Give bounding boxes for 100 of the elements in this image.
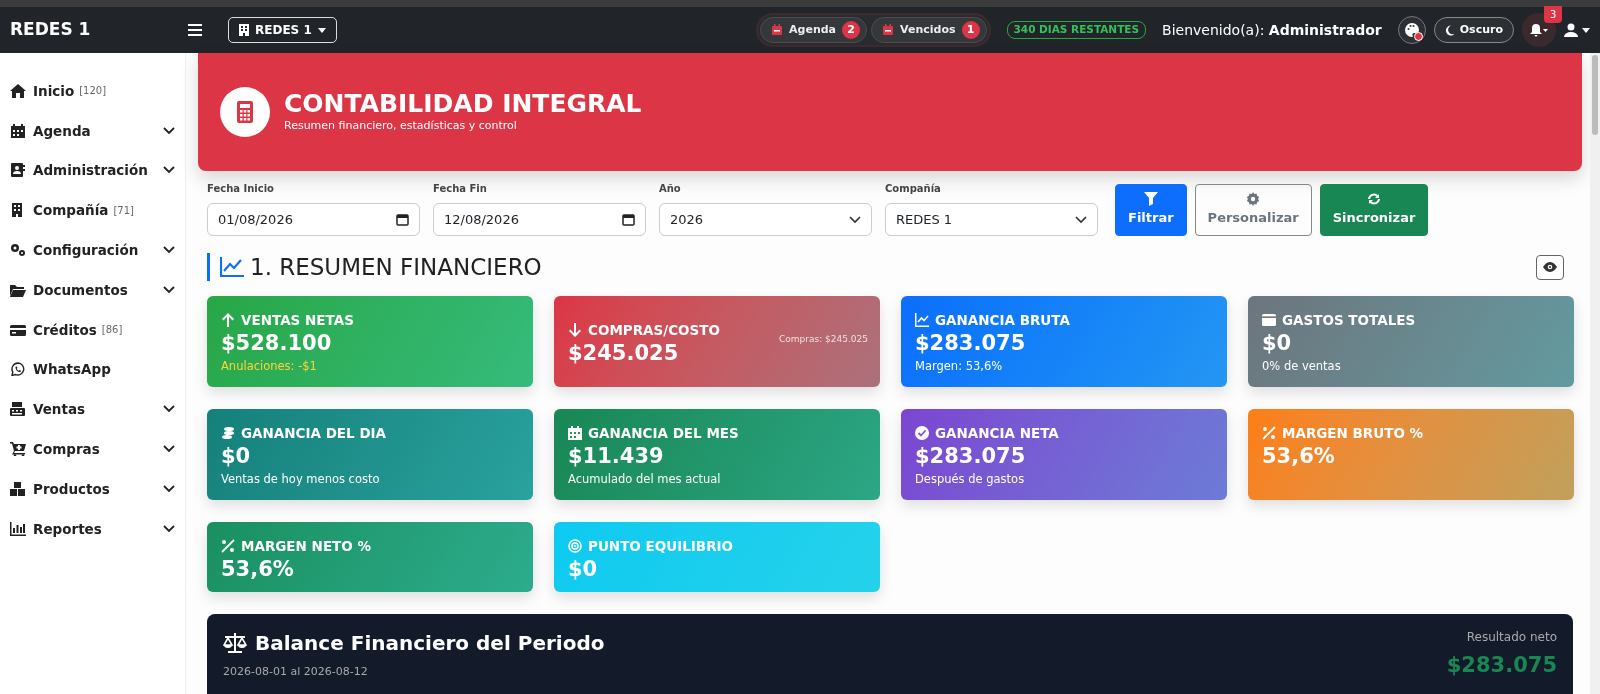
arrow-up-icon bbox=[221, 313, 235, 328]
scrollbar[interactable] bbox=[1590, 53, 1600, 694]
menu-item-icon bbox=[10, 123, 26, 138]
action-button[interactable]: Sincronizar bbox=[1319, 184, 1429, 236]
menu-item-icon bbox=[10, 402, 26, 417]
card-title: VENTAS NETAS bbox=[241, 311, 354, 330]
field-label: Fecha Fin bbox=[433, 182, 488, 196]
caret-icon bbox=[317, 27, 326, 33]
sidebar-item[interactable]: Ventas bbox=[0, 389, 185, 430]
moon-icon bbox=[1444, 24, 1455, 36]
card-note: Margen: 53,6% bbox=[915, 357, 1004, 375]
shortcut-pill[interactable]: Agenda 2 bbox=[760, 17, 868, 43]
card-title: PUNTO EQUILIBRIO bbox=[588, 537, 734, 556]
visibility-toggle[interactable] bbox=[1536, 254, 1564, 280]
item-label: Reportes bbox=[33, 519, 102, 539]
sidebar-item[interactable]: Productos bbox=[0, 468, 185, 509]
line-chart-icon bbox=[220, 257, 244, 277]
shortcut-pill[interactable]: Vencidos 1 bbox=[871, 17, 987, 43]
user-menu[interactable] bbox=[1564, 23, 1590, 37]
panel-title: Balance Financiero del Periodo bbox=[255, 630, 605, 657]
palette-button[interactable] bbox=[1397, 16, 1426, 44]
card-note: Anulaciones: -$1 bbox=[221, 357, 318, 375]
sidebar-item[interactable]: Compras bbox=[0, 429, 185, 469]
item-label: Productos bbox=[33, 479, 110, 499]
date-field[interactable]: 12/08/2026 bbox=[433, 203, 646, 236]
sidebar-item[interactable]: Administración bbox=[0, 150, 185, 191]
card-note: Después de gastos bbox=[915, 470, 1026, 488]
theme-toggle-button[interactable]: Oscuro bbox=[1433, 16, 1514, 44]
menu-item-icon bbox=[10, 362, 26, 377]
select-field[interactable]: REDES 1 bbox=[885, 203, 1098, 236]
sidebar-item[interactable]: Documentos bbox=[0, 270, 185, 310]
page-title: CONTABILIDAD INTEGRAL bbox=[284, 90, 642, 118]
item-label: Agenda bbox=[33, 121, 91, 141]
arrow-down-icon bbox=[568, 323, 582, 338]
card-value: $0 bbox=[1262, 330, 1293, 358]
chevron-down-icon bbox=[1075, 215, 1087, 224]
check-circle-icon bbox=[915, 426, 929, 441]
filter-icon bbox=[1143, 192, 1158, 207]
menu-item-icon bbox=[10, 243, 26, 258]
item-label: Créditos bbox=[33, 320, 97, 340]
count-badge: 1 bbox=[961, 21, 980, 39]
card-note: Acumulado del mes actual bbox=[568, 470, 722, 488]
action-button[interactable]: Filtrar bbox=[1115, 184, 1187, 236]
refresh-icon bbox=[1367, 192, 1382, 207]
scale-icon bbox=[223, 633, 247, 653]
card-title: MARGEN NETO % bbox=[241, 537, 371, 556]
calendar-icon bbox=[622, 213, 635, 226]
card-value: $11.439 bbox=[568, 443, 665, 471]
menu-item-icon bbox=[10, 322, 26, 337]
sidebar-item[interactable]: Compañía [71] bbox=[0, 190, 185, 231]
bell-icon bbox=[1530, 23, 1548, 37]
card-title: GASTOS TOTALES bbox=[1282, 311, 1416, 330]
sidebar-item[interactable]: Inicio [120] bbox=[0, 71, 185, 111]
item-count: [86] bbox=[101, 323, 123, 338]
card-title: GANANCIA BRUTA bbox=[935, 311, 1070, 330]
item-label: Administración bbox=[33, 161, 148, 181]
item-label: WhatsApp bbox=[33, 360, 111, 380]
user-icon bbox=[1564, 23, 1578, 37]
card-value: $528.100 bbox=[221, 330, 333, 358]
item-count: [71] bbox=[113, 203, 134, 218]
welcome-text: Bienvenido(a): Administrador bbox=[1162, 20, 1382, 40]
line-chart-icon bbox=[915, 313, 929, 328]
eye-icon bbox=[1543, 262, 1557, 272]
field-label: Año bbox=[659, 182, 682, 196]
item-label: Compañía bbox=[33, 201, 109, 221]
count-badge: 2 bbox=[842, 21, 861, 39]
section-title: 1. RESUMEN FINANCIERO bbox=[250, 252, 542, 282]
menu-item-icon bbox=[10, 481, 26, 496]
sidebar-item[interactable]: Créditos [86] bbox=[0, 309, 185, 350]
company-dropdown[interactable]: REDES 1 bbox=[228, 17, 337, 43]
sidebar-item[interactable]: Agenda bbox=[0, 110, 185, 151]
card-value: $283.075 bbox=[915, 330, 1027, 358]
menu-item-icon bbox=[10, 521, 26, 536]
percent-icon bbox=[221, 539, 235, 554]
action-button[interactable]: Personalizar bbox=[1194, 184, 1312, 236]
gear-icon bbox=[1246, 192, 1261, 207]
sidebar-item[interactable]: WhatsApp bbox=[0, 349, 185, 390]
result-value: $283.075 bbox=[1446, 652, 1557, 679]
calendar-icon bbox=[396, 213, 409, 226]
date-field[interactable]: 01/08/2026 bbox=[207, 203, 420, 236]
chevron-down-icon bbox=[849, 215, 861, 224]
card-title: MARGEN BRUTO % bbox=[1282, 424, 1424, 443]
item-label: Ventas bbox=[33, 400, 86, 420]
percent-icon bbox=[1262, 426, 1276, 441]
calendar-icon bbox=[568, 426, 582, 441]
field-label: Compañía bbox=[885, 182, 942, 196]
coins-icon bbox=[221, 426, 235, 441]
card-title: GANANCIA DEL MES bbox=[588, 424, 739, 443]
sidebar-item[interactable]: Reportes bbox=[0, 508, 185, 549]
card-title: GANANCIA DEL DIA bbox=[241, 424, 387, 443]
card-note: 0% de ventas bbox=[1262, 357, 1342, 375]
card-value: 53,6% bbox=[221, 556, 295, 584]
sidebar-item[interactable]: Configuración bbox=[0, 230, 185, 270]
wallet-icon bbox=[1262, 313, 1276, 328]
calendar-icon bbox=[882, 24, 895, 36]
calculator-icon bbox=[237, 101, 253, 123]
menu-item-icon bbox=[10, 83, 26, 98]
item-label: Documentos bbox=[33, 280, 128, 300]
item-count: [120] bbox=[79, 84, 107, 99]
select-field[interactable]: 2026 bbox=[659, 203, 872, 236]
